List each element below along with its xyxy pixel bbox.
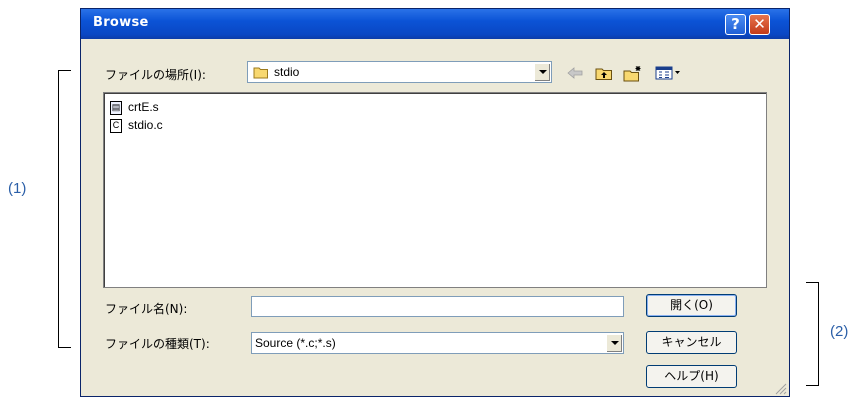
help-title-button[interactable]: ? bbox=[725, 14, 746, 35]
back-arrow-icon[interactable] bbox=[567, 66, 583, 80]
new-folder-icon[interactable] bbox=[623, 66, 643, 82]
look-in-label: ファイルの場所(I): bbox=[105, 68, 206, 82]
look-in-dropdown[interactable]: stdio bbox=[247, 61, 552, 83]
close-button[interactable]: ✕ bbox=[749, 14, 770, 35]
look-in-value: stdio bbox=[274, 65, 300, 79]
chevron-down-icon[interactable] bbox=[534, 63, 550, 81]
folder-icon bbox=[253, 67, 268, 79]
filename-label: ファイル名(N): bbox=[105, 302, 188, 316]
open-button[interactable]: 開く(O) bbox=[646, 294, 737, 317]
filetype-value: Source (*.c;*.s) bbox=[255, 336, 336, 350]
resize-grip-icon[interactable] bbox=[773, 381, 787, 395]
annotation-bracket-2 bbox=[806, 282, 819, 386]
chevron-down-icon[interactable] bbox=[606, 334, 622, 352]
view-menu-icon[interactable] bbox=[655, 66, 681, 80]
dialog-title: Browse bbox=[93, 15, 149, 30]
question-mark-icon: ? bbox=[731, 15, 740, 33]
file-name: stdio.c bbox=[128, 118, 163, 132]
filetype-dropdown[interactable]: Source (*.c;*.s) bbox=[251, 332, 624, 354]
help-button[interactable]: ヘルプ(H) bbox=[646, 365, 737, 388]
up-folder-icon[interactable] bbox=[595, 66, 613, 81]
annotation-bracket-1 bbox=[58, 70, 71, 348]
browse-dialog: Browse ? ✕ ファイルの場所(I): stdio ▤ crtE.s C … bbox=[80, 8, 790, 397]
annotation-label-2: (2) bbox=[830, 323, 849, 340]
filetype-label: ファイルの種類(T): bbox=[105, 337, 210, 351]
file-name: crtE.s bbox=[128, 100, 159, 114]
title-bar[interactable]: Browse ? ✕ bbox=[81, 9, 789, 39]
asm-file-icon: ▤ bbox=[110, 101, 122, 115]
c-file-icon: C bbox=[110, 119, 122, 133]
close-icon: ✕ bbox=[753, 15, 766, 33]
annotation-label-1: (1) bbox=[8, 180, 27, 197]
cancel-button[interactable]: キャンセル bbox=[646, 331, 737, 354]
file-list[interactable]: ▤ crtE.s C stdio.c bbox=[103, 92, 767, 288]
filename-input[interactable] bbox=[251, 296, 624, 317]
